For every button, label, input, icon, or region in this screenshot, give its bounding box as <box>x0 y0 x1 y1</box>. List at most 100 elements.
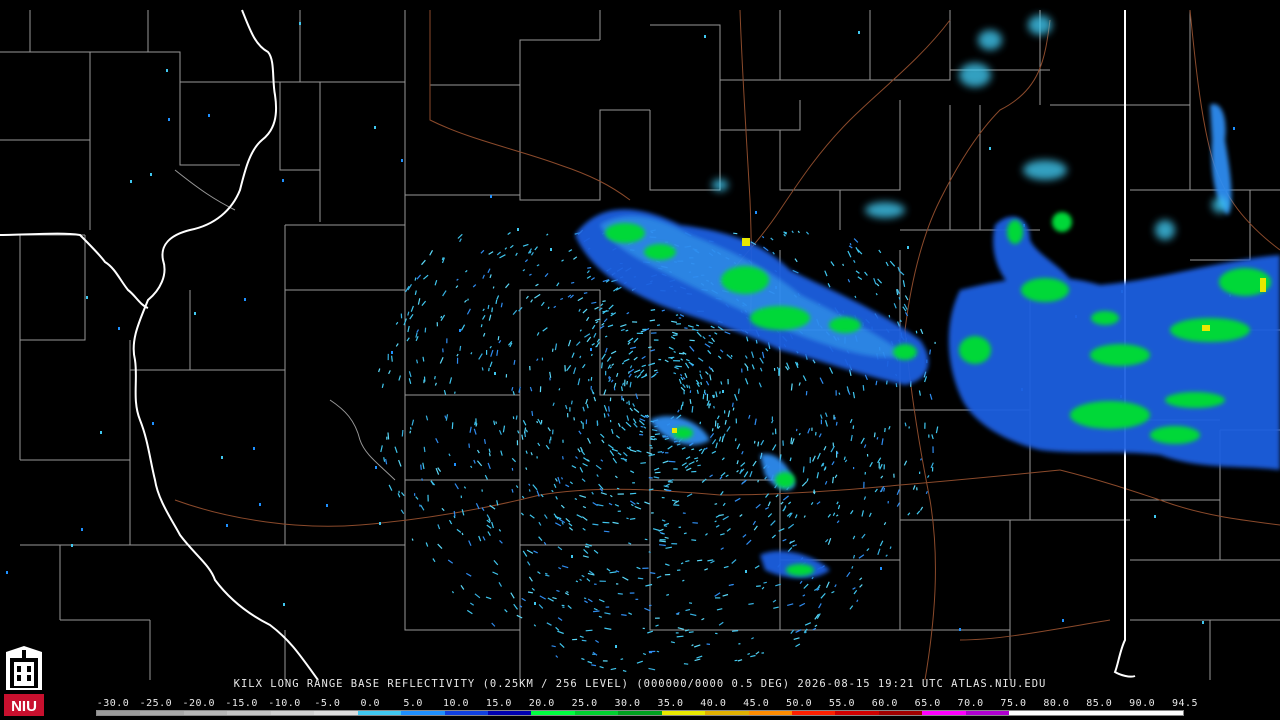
colorbar-swatch <box>227 711 271 715</box>
clutter-echo <box>491 307 493 313</box>
isolated-echo <box>722 390 724 393</box>
isolated-echo <box>100 431 102 434</box>
isolated-echo <box>550 248 552 251</box>
clutter-echo <box>802 466 805 473</box>
colorbar-swatch <box>661 711 706 715</box>
clutter-echo <box>822 462 825 467</box>
isolated-echo <box>226 524 228 527</box>
isolated-echo <box>81 528 83 531</box>
clutter-echo <box>626 380 628 385</box>
clutter-echo <box>730 354 733 358</box>
clutter-echo <box>673 350 676 353</box>
clutter-echo <box>387 432 390 440</box>
clutter-echo <box>401 429 404 437</box>
clutter-echo <box>468 443 470 448</box>
clutter-echo <box>640 425 644 428</box>
colorbar-swatch <box>792 711 836 715</box>
isolated-echo <box>571 555 573 558</box>
clutter-echo <box>422 356 425 362</box>
isolated-echo <box>299 22 301 25</box>
colorbar-swatch <box>705 711 749 715</box>
isolated-echo <box>379 522 381 525</box>
clutter-echo <box>648 346 652 349</box>
clutter-echo <box>691 448 695 451</box>
colorbar-label: 40.0 <box>700 698 727 709</box>
clutter-echo <box>608 406 610 412</box>
isolated-echo <box>168 118 170 121</box>
clutter-echo <box>423 446 426 453</box>
clutter-echo <box>915 330 918 334</box>
colorbar-swatch <box>487 711 532 715</box>
isolated-echo <box>6 571 8 574</box>
isolated-echo <box>86 296 88 299</box>
clutter-echo <box>713 405 715 409</box>
isolated-echo <box>282 179 284 182</box>
clutter-echo <box>434 375 436 380</box>
isolated-echo <box>989 147 991 150</box>
clutter-echo <box>695 459 699 462</box>
clutter-echo <box>549 377 551 381</box>
clutter-echo <box>591 664 597 667</box>
clutter-echo <box>409 430 412 434</box>
clutter-echo <box>467 298 469 301</box>
colorbar-swatch <box>444 711 488 715</box>
colorbar-label: 60.0 <box>871 698 898 709</box>
clutter-echo <box>683 532 687 535</box>
clutter-echo <box>601 362 603 369</box>
colorbar-swatch <box>1096 711 1140 715</box>
colorbar-swatch <box>357 711 402 715</box>
clutter-echo <box>711 428 714 432</box>
clutter-echo <box>756 585 761 587</box>
clutter-echo <box>699 370 701 373</box>
clutter-echo <box>703 389 706 394</box>
colorbar-label: 50.0 <box>786 698 813 709</box>
colorbar-label: 94.5 <box>1171 698 1199 709</box>
clutter-echo <box>849 242 852 246</box>
clutter-echo <box>656 324 661 327</box>
isolated-echo <box>880 567 882 570</box>
isolated-echo <box>1233 127 1235 130</box>
clutter-echo <box>453 510 456 517</box>
clutter-echo <box>691 539 697 541</box>
colorbar-label: 10.0 <box>442 698 470 709</box>
clutter-echo <box>716 422 719 429</box>
isolated-echo <box>244 298 246 301</box>
clutter-echo <box>629 492 637 495</box>
colorbar-label: -5.0 <box>314 698 341 709</box>
clutter-echo <box>708 334 711 337</box>
colorbar-swatch <box>1009 711 1053 715</box>
clutter-echo <box>544 572 548 575</box>
clutter-echo <box>592 523 599 526</box>
colorbar-swatch <box>314 711 358 715</box>
clutter-echo <box>531 410 534 416</box>
clutter-echo <box>459 345 462 351</box>
clutter-echo <box>583 597 587 600</box>
clutter-echo <box>470 352 473 355</box>
isolated-echo <box>194 312 196 315</box>
colorbar-label: 25.0 <box>571 698 598 709</box>
colorbar-swatch <box>574 711 619 715</box>
colorbar-label: 0.0 <box>360 698 381 709</box>
clutter-echo <box>696 559 703 562</box>
clutter-echo <box>585 629 593 632</box>
isolated-echo <box>459 329 461 332</box>
colorbar-label: 70.0 <box>957 698 984 709</box>
clutter-echo <box>487 304 490 310</box>
isolated-echo <box>208 114 210 117</box>
isolated-echo <box>166 69 168 72</box>
clutter-echo <box>644 414 648 417</box>
clutter-echo <box>790 437 793 444</box>
clutter-echo <box>731 583 734 586</box>
clutter-echo <box>515 415 518 420</box>
clutter-echo <box>474 421 476 426</box>
clutter-echo <box>689 399 692 404</box>
clutter-echo <box>895 383 898 388</box>
clutter-echo <box>573 417 575 421</box>
colorbar-label: 85.0 <box>1086 698 1113 709</box>
colorbar-label: -25.0 <box>139 698 173 709</box>
clutter-echo <box>672 334 678 337</box>
clutter-echo <box>409 427 412 430</box>
colorbar-swatch <box>140 711 184 715</box>
clutter-echo <box>644 538 648 541</box>
clutter-echo <box>620 658 624 660</box>
